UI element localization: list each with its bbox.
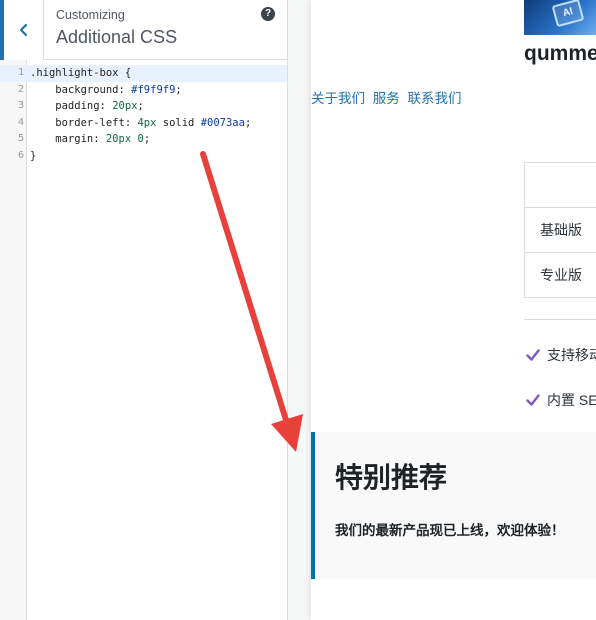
code-text[interactable]: background: #f9f9f9; bbox=[30, 82, 181, 99]
help-icon[interactable]: ? bbox=[261, 7, 275, 21]
code-line[interactable]: 1 .highlight-box { bbox=[0, 65, 287, 82]
code-text[interactable]: margin: 20px 0; bbox=[30, 131, 150, 148]
css-code-editor[interactable]: 1 .highlight-box {2 background: #f9f9f9; 3… bbox=[0, 60, 287, 620]
code-text[interactable]: padding: 20px; bbox=[30, 98, 144, 115]
table-row: 基础版 bbox=[525, 208, 596, 253]
nav-item-services[interactable]: 服务 bbox=[373, 91, 400, 106]
checkmark-icon bbox=[526, 394, 540, 406]
line-number: 3 bbox=[17, 100, 24, 111]
customizer-sidebar: Customizing Additional CSS ? 1 .highlight… bbox=[0, 0, 288, 620]
code-line[interactable]: 5 margin: 20px 0; bbox=[0, 131, 287, 148]
code-text[interactable]: border-left: 4px solid #0073aa; bbox=[30, 115, 251, 132]
table-row bbox=[525, 163, 596, 208]
line-number: 5 bbox=[17, 133, 24, 144]
ai-chip-icon: AI bbox=[551, 0, 585, 28]
line-number: 2 bbox=[17, 83, 24, 95]
site-preview: AI qumme 关于我们 服务 联系我们 基础版 专业版 支持移动 内置 SE bbox=[288, 0, 596, 620]
code-line[interactable]: 2 background: #f9f9f9; bbox=[0, 82, 287, 99]
divider bbox=[524, 319, 596, 320]
feature-item: 支持移动 bbox=[526, 345, 596, 365]
highlight-text: 我们的最新产品现已上线，欢迎体验！ bbox=[335, 523, 565, 538]
code-line[interactable]: 3 padding: 20px; bbox=[0, 98, 287, 115]
line-number: 4 bbox=[17, 116, 24, 128]
code-text[interactable]: } bbox=[30, 148, 36, 165]
feature-item: 内置 SE bbox=[526, 390, 596, 410]
back-button[interactable] bbox=[0, 0, 44, 60]
feature-label: 内置 SE bbox=[547, 392, 596, 408]
line-number: 6 bbox=[17, 149, 24, 161]
line-number: 1 bbox=[17, 67, 24, 78]
code-text[interactable]: .highlight-box { bbox=[30, 65, 131, 82]
breadcrumb: Customizing bbox=[56, 8, 125, 22]
highlight-box: 特别推荐 我们的最新产品现已上线，欢迎体验！ bbox=[311, 432, 596, 579]
chevron-left-icon bbox=[19, 23, 27, 37]
highlight-title: 特别推荐 bbox=[335, 462, 448, 493]
site-title[interactable]: qumme bbox=[524, 42, 596, 66]
nav-item-contact[interactable]: 联系我们 bbox=[408, 91, 462, 106]
table-row: 专业版 bbox=[525, 253, 596, 298]
site-logo[interactable]: AI bbox=[524, 0, 596, 35]
primary-nav: 关于我们 服务 联系我们 bbox=[311, 87, 462, 107]
checkmark-icon bbox=[526, 349, 540, 361]
nav-item-about[interactable]: 关于我们 bbox=[311, 91, 365, 106]
section-header: Customizing Additional CSS ? bbox=[0, 0, 287, 60]
feature-label: 支持移动 bbox=[547, 347, 596, 363]
code-line[interactable]: 6} bbox=[0, 148, 287, 165]
preview-page: AI qumme 关于我们 服务 联系我们 基础版 专业版 支持移动 内置 SE bbox=[311, 0, 596, 620]
code-area[interactable]: 1 .highlight-box {2 background: #f9f9f9; 3… bbox=[0, 65, 287, 164]
section-title: Additional CSS bbox=[56, 27, 178, 47]
customizer-screen: Customizing Additional CSS ? 1 .highlight… bbox=[0, 0, 596, 620]
pricing-table: 基础版 专业版 bbox=[524, 162, 596, 298]
code-line[interactable]: 4 border-left: 4px solid #0073aa; bbox=[0, 115, 287, 132]
